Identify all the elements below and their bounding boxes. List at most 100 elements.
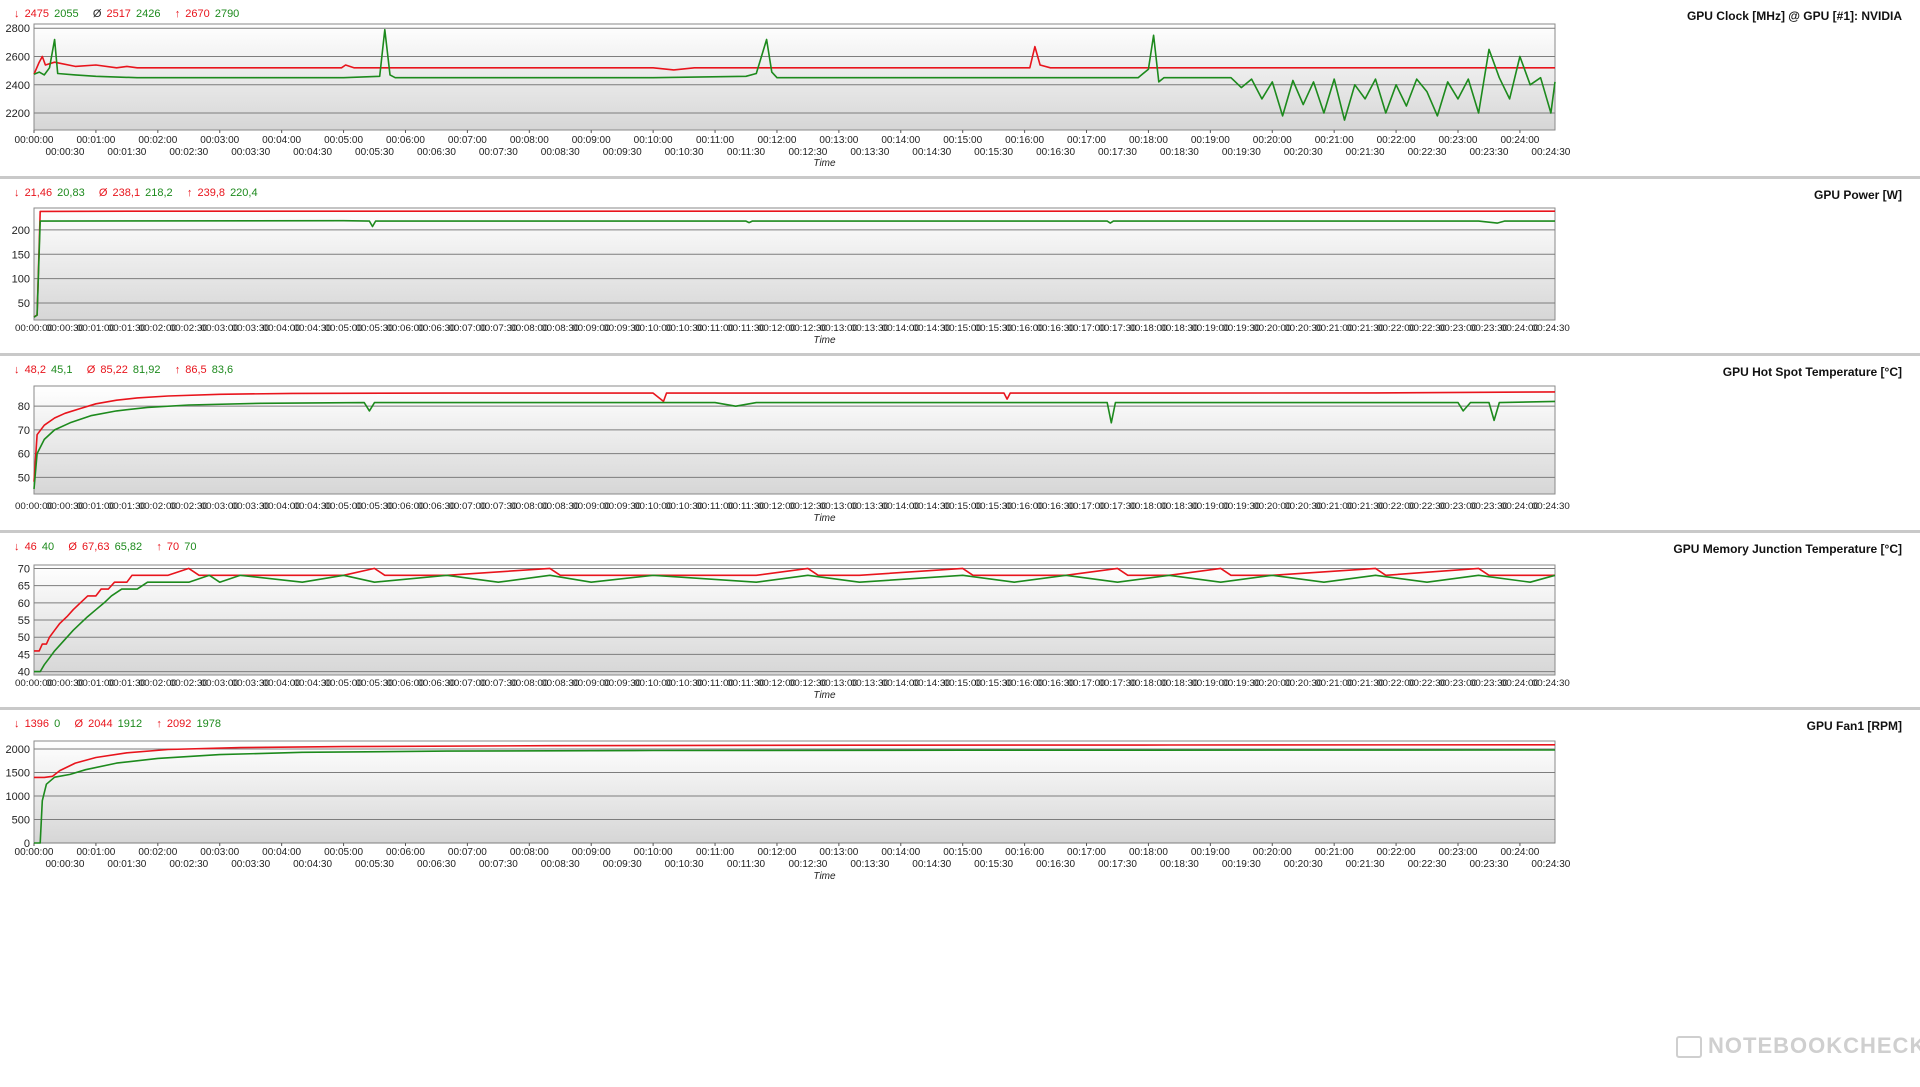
x-tick-label: 00:04:00	[262, 135, 301, 146]
x-axis-title: Time	[813, 335, 836, 346]
x-tick-label: 00:15:00	[943, 847, 982, 858]
x-tick-label: 00:00:00	[15, 135, 54, 146]
gpu-fan-chart: 050010001500200000:00:00 00:01:00 00:02:00…	[6, 740, 1571, 882]
y-tick-label: 2200	[6, 108, 30, 120]
y-tick-label: 1000	[6, 791, 30, 803]
x-tick-label: 00:05:00	[324, 135, 363, 146]
x-tick-label: 00:06:30	[417, 147, 456, 158]
x-tick-label: 00:01:00	[76, 847, 115, 858]
x-tick-label: 00:04:30	[293, 147, 332, 158]
x-tick-label: 00:23:00	[1439, 847, 1478, 858]
x-tick-label: 00:17:30	[1098, 147, 1137, 158]
x-tick-label: 00:19:00	[1191, 135, 1230, 146]
x-tick-label: 00:13:30	[850, 147, 889, 158]
x-tick-label: 00:13:00	[819, 135, 858, 146]
x-tick-label: 00:03:00	[200, 847, 239, 858]
x-tick-label: 00:05:30	[355, 147, 394, 158]
x-tick-label: 00:14:00	[881, 135, 920, 146]
x-tick-label: 00:14:00	[881, 847, 920, 858]
x-tick-label: 00:21:00	[1315, 135, 1354, 146]
x-tick-label: 00:18:00	[1129, 847, 1168, 858]
x-tick-label: 00:17:30	[1098, 859, 1137, 870]
x-tick-label: 00:06:00	[386, 847, 425, 858]
gpu-hotspot-chart: 5060708000:00:0000:00:3000:01:0000:01:30…	[15, 385, 1570, 524]
x-tick-label: 00:03:30	[231, 859, 270, 870]
x-tick-label: 00:02:00	[138, 847, 177, 858]
x-tick-label: 00:16:30	[1036, 147, 1075, 158]
y-tick-label: 500	[12, 814, 30, 826]
x-tick-label: 00:05:00	[324, 847, 363, 858]
x-tick-label: 00:04:30	[293, 859, 332, 870]
x-tick-label: 00:02:30	[169, 147, 208, 158]
x-tick-label: 00:21:00	[1315, 847, 1354, 858]
y-tick-label: 200	[12, 225, 30, 237]
x-tick-label: 00:11:00	[696, 135, 735, 146]
x-tick-label: 00:14:30	[912, 147, 951, 158]
y-tick-label: 55	[18, 615, 30, 627]
x-tick-label: 00:09:30	[603, 147, 642, 158]
x-tick-label: 00:08:00	[510, 847, 549, 858]
x-tick-label: 00:07:30	[479, 859, 518, 870]
x-tick-label: 00:12:00	[757, 847, 796, 858]
x-tick-label: 00:24:00	[1500, 135, 1539, 146]
x-tick-label: 00:19:30	[1222, 859, 1261, 870]
watermark-text: NOTEBOOKCHECK	[1708, 1033, 1920, 1058]
x-tick-label: 00:12:30	[788, 147, 827, 158]
y-tick-label: 1500	[6, 767, 30, 779]
x-tick-label: 00:23:30	[1469, 147, 1508, 158]
x-tick-label: 00:22:30	[1408, 859, 1447, 870]
y-tick-label: 70	[18, 425, 30, 437]
x-tick-label: 00:16:00	[1005, 135, 1044, 146]
x-tick-label: 00:20:30	[1284, 859, 1323, 870]
x-tick-label: 00:18:30	[1160, 859, 1199, 870]
y-tick-label: 40	[18, 667, 30, 679]
x-tick-label: 00:20:30	[1284, 147, 1323, 158]
x-tick-label: 00:02:30	[169, 859, 208, 870]
x-tick-label: 00:20:00	[1253, 847, 1292, 858]
y-tick-label: 50	[18, 298, 30, 310]
y-tick-label: 60	[18, 598, 30, 610]
gpu-power-chart: 5010015020000:00:0000:00:3000:01:0000:01…	[12, 207, 1570, 346]
x-tick-label: 00:15:30	[974, 859, 1013, 870]
x-tick-label: 00:07:00	[448, 847, 487, 858]
x-tick-label: 00:12:30	[788, 859, 827, 870]
x-tick-label: 00:14:30	[912, 859, 951, 870]
x-tick-label: 00:02:00	[138, 135, 177, 146]
gpu-memory-junction-panel: ↓ 46 40 Ø 67,63 65,82 ↑ 70 70 GPU Memory…	[0, 533, 1920, 707]
x-tick-label: 00:18:30	[1160, 147, 1199, 158]
x-tick-label: 00:10:00	[634, 135, 673, 146]
plot-area	[33, 740, 1556, 844]
x-tick-label: 00:06:30	[417, 859, 456, 870]
gpu-power-panel: ↓ 21,46 20,83 Ø 238,1 218,2 ↑ 239,8 220,…	[0, 179, 1920, 353]
x-tick-label: 00:01:30	[107, 147, 146, 158]
x-tick-label: 00:11:30	[727, 147, 766, 158]
x-tick-label: 00:24:30	[1532, 678, 1570, 689]
x-axis-title: Time	[813, 158, 836, 169]
x-axis-title: Time	[813, 513, 836, 524]
y-tick-label: 150	[12, 249, 30, 261]
x-tick-label: 00:09:30	[603, 859, 642, 870]
x-tick-label: 00:18:00	[1129, 135, 1168, 146]
x-tick-label: 00:01:30	[107, 859, 146, 870]
x-tick-label: 00:08:30	[541, 147, 580, 158]
x-tick-label: 00:16:00	[1005, 847, 1044, 858]
x-tick-label: 00:09:00	[572, 847, 611, 858]
gpu-clock-chart: 2200 2400 2600 2800 00:00:00 00:01:00 00:02:00…	[6, 23, 1571, 169]
x-tick-label: 00:24:30	[1531, 147, 1570, 158]
x-tick-label: 00:20:00	[1253, 135, 1292, 146]
x-tick-label: 00:11:00	[696, 847, 735, 858]
gpu-memory-junction-chart: 4045505560657000:00:0000:00:3000:01:0000…	[15, 563, 1570, 701]
y-tick-label: 65	[18, 581, 30, 593]
x-tick-label: 00:16:30	[1036, 859, 1075, 870]
y-tick-label: 50	[18, 472, 30, 484]
x-tick-label: 00:10:30	[665, 147, 704, 158]
x-tick-label: 00:01:00	[76, 135, 115, 146]
x-tick-label: 00:00:30	[45, 859, 84, 870]
x-tick-label: 00:03:30	[231, 147, 270, 158]
x-tick-label: 00:22:30	[1408, 147, 1447, 158]
x-tick-label: 00:22:00	[1377, 135, 1416, 146]
x-tick-label: 00:09:00	[572, 135, 611, 146]
x-axis-title: Time	[813, 871, 836, 882]
notebookcheck-logo-icon	[1676, 1036, 1702, 1059]
x-tick-label: 00:24:30	[1531, 859, 1570, 870]
